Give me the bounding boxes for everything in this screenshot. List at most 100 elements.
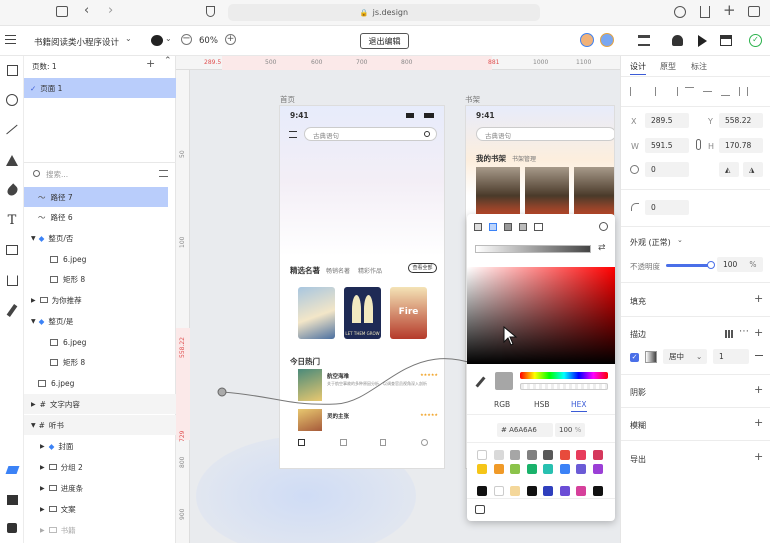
align-top-icon[interactable] — [685, 87, 694, 96]
forward-icon[interactable]: › — [108, 3, 113, 18]
alpha-slider[interactable] — [520, 383, 608, 390]
layer-item[interactable]: 6.jpeg — [24, 249, 176, 269]
caret-down-icon[interactable]: ▼ — [31, 318, 36, 325]
filter-icon[interactable] — [159, 170, 168, 177]
library-icon[interactable] — [475, 505, 485, 514]
tab-annotate[interactable]: 标注 — [691, 61, 707, 72]
ellipse-tool-icon[interactable] — [4, 92, 20, 108]
page-item[interactable]: ✓ 页面 1 — [24, 78, 176, 98]
corner-radius-field[interactable]: 0 — [645, 200, 689, 215]
layer-item[interactable]: 〜路径 6 — [24, 207, 176, 227]
color-swatch[interactable] — [559, 464, 570, 474]
mode-hsb[interactable]: HSB — [534, 400, 550, 409]
tab-design[interactable]: 设计 — [630, 61, 646, 75]
more-icon[interactable]: ⋯ — [739, 326, 749, 337]
color-swatch[interactable] — [543, 486, 553, 496]
color-swatch[interactable] — [592, 464, 603, 474]
color-swatch[interactable] — [477, 464, 487, 474]
zoom-out-icon[interactable]: − — [181, 34, 192, 45]
hue-slider[interactable] — [520, 372, 608, 379]
grid-icon[interactable] — [340, 439, 347, 446]
zoom-level[interactable]: 60% — [199, 36, 218, 46]
fill-type-angular-icon[interactable] — [519, 223, 527, 231]
book-cover[interactable]: LET THEM GROW — [344, 287, 381, 339]
chevron-down-icon[interactable]: ⌄ — [165, 34, 172, 43]
layer-item[interactable]: ▶ # 文字内容 — [24, 394, 176, 414]
align-left-icon[interactable] — [630, 87, 639, 96]
add-export-icon[interactable]: + — [754, 450, 763, 463]
pen-tool-icon[interactable] — [4, 182, 20, 198]
color-swatch[interactable] — [559, 486, 570, 496]
caret-right-icon[interactable]: ▶ — [40, 443, 45, 450]
image-tool-icon[interactable] — [4, 242, 20, 258]
caret-right-icon[interactable]: ▶ — [40, 506, 45, 513]
caret-right-icon[interactable]: ▶ — [31, 401, 36, 408]
chevron-down-icon[interactable]: ⌄ — [125, 34, 132, 43]
add-page-icon[interactable]: + — [146, 57, 155, 70]
check-circle-icon[interactable]: ✓ — [749, 34, 762, 47]
collapse-icon[interactable]: ⌃ — [164, 56, 172, 66]
layer-item[interactable]: ▶ 分组 2 — [24, 457, 176, 477]
assets-icon[interactable] — [4, 492, 20, 508]
gradient-bar[interactable] — [475, 245, 591, 253]
color-swatch[interactable] — [510, 486, 520, 496]
bookmark-icon[interactable] — [380, 439, 386, 446]
color-swatch[interactable] — [592, 450, 603, 460]
color-swatch[interactable] — [592, 486, 603, 496]
align-bottom-icon[interactable] — [721, 87, 730, 96]
rotate-icon[interactable] — [630, 165, 639, 174]
add-shadow-icon[interactable]: + — [754, 383, 763, 396]
tab-featured[interactable]: 精彩作品 — [358, 266, 382, 275]
stroke-position-select[interactable]: 居中 ⌄ — [663, 349, 707, 364]
width-field[interactable]: 591.5 — [645, 138, 689, 153]
avatar[interactable] — [580, 33, 594, 47]
mode-rgb[interactable]: RGB — [494, 400, 510, 409]
color-swatch[interactable] — [543, 464, 553, 474]
layer-item[interactable]: 6.jpeg — [24, 373, 176, 393]
tab-bestsellers[interactable]: 畅销名著 — [326, 266, 350, 275]
color-swatch[interactable] — [526, 486, 537, 496]
caret-right-icon[interactable]: ▶ — [31, 297, 36, 304]
fill-type-linear-icon[interactable] — [489, 223, 497, 231]
add-member-icon[interactable] — [672, 35, 683, 46]
address-bar[interactable]: 🔒 js.design — [228, 4, 540, 21]
opacity-field[interactable]: 100 % — [717, 257, 763, 272]
layer-item[interactable]: ▶ ◆ 封面 — [24, 436, 176, 456]
tab-shelf-manage[interactable]: 书架管理 — [512, 154, 536, 163]
search-input[interactable]: 古典语句 — [304, 127, 437, 141]
stroke-enabled-checkbox[interactable]: ✓ — [630, 353, 639, 362]
layer-item[interactable]: ▼ # 听书 — [24, 415, 176, 435]
team-icon[interactable] — [151, 35, 163, 46]
distribute-icon[interactable] — [739, 87, 748, 96]
eyedropper-icon[interactable] — [475, 376, 486, 388]
fill-type-image-icon[interactable] — [534, 223, 543, 231]
view-all-button[interactable]: 查看全部 — [408, 263, 437, 273]
layout-icon[interactable] — [720, 35, 732, 46]
new-tab-icon[interactable]: + — [723, 1, 736, 19]
align-middle-v-icon[interactable] — [703, 91, 712, 93]
tab-prototype[interactable]: 原型 — [660, 61, 676, 72]
library-icon[interactable] — [638, 35, 650, 46]
saturation-brightness-area[interactable] — [467, 267, 615, 364]
caret-right-icon[interactable]: ▶ — [40, 485, 45, 492]
color-swatch[interactable] — [559, 450, 570, 460]
caret-right-icon[interactable]: ▶ — [40, 527, 45, 534]
caret-right-icon[interactable]: ▶ — [40, 464, 45, 471]
stroke-width-field[interactable]: 1 — [713, 349, 749, 364]
add-fill-icon[interactable]: + — [754, 292, 763, 305]
book-cover[interactable] — [298, 287, 335, 339]
flip-horizontal-button[interactable]: ◭ — [719, 162, 739, 177]
color-swatch[interactable] — [477, 450, 487, 460]
opacity-slider-thumb[interactable] — [707, 261, 715, 269]
add-blur-icon[interactable]: + — [754, 416, 763, 429]
tab-my-shelf[interactable]: 我的书架 — [476, 153, 506, 164]
line-tool-icon[interactable] — [4, 122, 20, 138]
chevron-down-icon[interactable]: ⌄ — [677, 236, 683, 244]
layer-search-input[interactable]: 搜索... — [46, 169, 68, 180]
layer-item[interactable]: 6.jpeg — [24, 332, 176, 352]
project-title[interactable]: 书籍阅读类小程序设计 — [34, 36, 119, 48]
swap-icon[interactable]: ⇄ — [598, 243, 606, 253]
layer-item[interactable]: ▶ 为你推荐 — [24, 290, 176, 310]
color-swatch[interactable] — [576, 486, 586, 496]
frame-label[interactable]: 首页 — [280, 94, 295, 105]
